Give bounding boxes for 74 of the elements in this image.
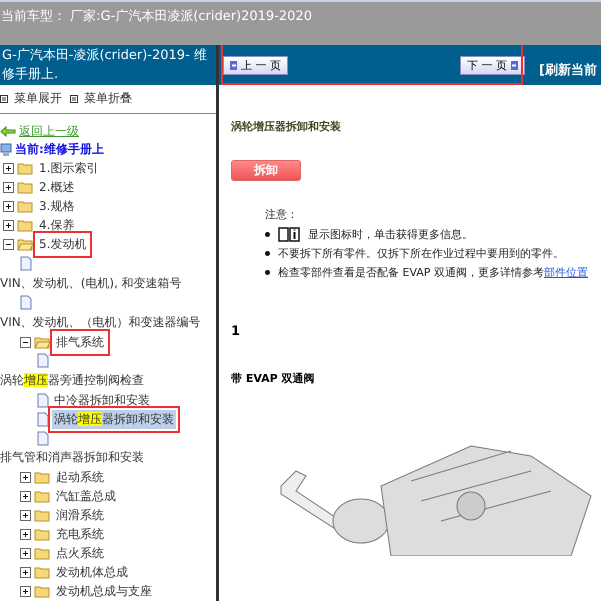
document-icon — [37, 412, 49, 427]
folder-icon — [34, 490, 51, 503]
tree-folder-label[interactable]: 2.概述 — [37, 178, 76, 198]
folder-icon — [34, 547, 51, 560]
expand-toggle[interactable] — [20, 472, 31, 483]
tree-folder-label[interactable]: 发动机体总成 — [54, 563, 130, 582]
note-label: 注意： — [265, 207, 299, 222]
info-book-icon[interactable] — [278, 226, 300, 242]
expand-toggle[interactable] — [20, 586, 31, 597]
computer-icon — [0, 142, 12, 157]
collapse-toggle[interactable] — [20, 336, 31, 348]
tree-folder-label[interactable]: 汽缸盖总成 — [54, 487, 118, 506]
folder-icon — [34, 566, 51, 579]
component-location-link[interactable]: 部件位置 — [544, 266, 588, 279]
tree-document-item[interactable]: 中冷器拆卸和安装 — [52, 390, 152, 410]
tree-document-item[interactable]: 涡轮增压器拆卸和安装 — [52, 410, 176, 429]
current-location-label: 当前:维修手册上 — [15, 141, 104, 158]
note-text: 显示图标时，单击获得更多信息。 — [308, 226, 473, 242]
expand-toggle[interactable] — [3, 220, 14, 232]
document-icon — [37, 392, 49, 408]
tree-document-item[interactable]: VIN、发动机、(电机), 和变速箱号 — [0, 272, 216, 294]
previous-page-button[interactable]: 上 一 页 — [223, 56, 288, 74]
folder-icon — [17, 219, 34, 232]
manual-title-header: G-广汽本田-凌派(crider)-2019- 维修手册上. — [0, 45, 216, 85]
tree-folder-label[interactable]: 起动系统 — [54, 468, 106, 487]
bullet-icon — [265, 270, 270, 275]
tree-document-item[interactable]: VIN、发动机、（电机）和变速器编号 — [0, 312, 216, 333]
list-icon — [70, 94, 78, 103]
step-number: 1 — [231, 324, 242, 339]
note-text: 不要拆下所有零件。仅拆下所在作业过程中要用到的零件。 — [278, 246, 564, 261]
expand-toggle[interactable] — [3, 201, 14, 212]
expand-toggle[interactable] — [3, 163, 14, 174]
menu-toggle-button[interactable]: 菜单展开 — [0, 90, 62, 108]
back-arrow-icon — [0, 126, 16, 137]
subheading: 带 EVAP 双通阀 — [231, 371, 316, 386]
tree-folder-label[interactable]: 1.图示索引 — [37, 159, 100, 178]
tree-folder-label[interactable]: 3.规格 — [37, 197, 76, 216]
bullet-icon — [265, 251, 270, 256]
collapse-toggle[interactable] — [3, 239, 14, 250]
back-link[interactable]: 返回上一级 — [19, 122, 79, 140]
bullet-icon — [265, 232, 270, 236]
tree-folder-label[interactable]: 4.保养 — [37, 216, 76, 236]
tree-folder-label[interactable]: 点火系统 — [54, 544, 106, 563]
tree-document-item[interactable]: 涡轮增压器旁通控制阀检查 — [0, 370, 216, 391]
folder-icon — [34, 585, 51, 598]
tree-folder-label[interactable]: 润滑系统 — [54, 506, 106, 525]
folder-icon — [17, 200, 34, 214]
expand-toggle[interactable] — [20, 529, 31, 540]
vehicle-model-title: 当前车型： 厂家:G-广汽本田凌派(crider)2019-2020 — [1, 9, 312, 24]
folder-icon — [17, 181, 34, 194]
list-icon — [0, 94, 8, 103]
tree-document-item[interactable]: 排气管和消声器拆卸和安装 — [0, 447, 216, 468]
expand-toggle[interactable] — [20, 510, 31, 521]
document-icon — [37, 430, 49, 446]
folder-icon — [17, 162, 34, 176]
open-folder-icon — [17, 238, 34, 252]
folder-icon — [34, 528, 51, 541]
folder-icon — [34, 471, 51, 484]
document-icon — [37, 353, 49, 368]
menu-toggle-button[interactable]: 菜单折叠 — [70, 90, 132, 108]
open-folder-icon — [34, 336, 51, 349]
expand-toggle[interactable] — [20, 491, 31, 502]
tree-folder-label[interactable]: 充电系统 — [54, 525, 106, 544]
folder-icon — [34, 509, 51, 522]
tree-folder-label[interactable]: 发动机总成与支座 — [54, 582, 154, 601]
expand-toggle[interactable] — [3, 182, 14, 194]
document-icon — [20, 295, 32, 310]
next-page-button[interactable]: 下 一 页 — [460, 56, 526, 74]
refresh-page-link[interactable]: [刷新当前 — [539, 61, 597, 79]
document-icon — [20, 256, 32, 271]
procedure-title: 涡轮增压器拆卸和安装 — [231, 119, 342, 134]
note-text: 检查零部件查看是否配备 EVAP 双通阀，更多详情参考部件位置 — [278, 265, 588, 280]
expand-toggle[interactable] — [20, 548, 31, 559]
expand-toggle[interactable] — [20, 567, 31, 578]
